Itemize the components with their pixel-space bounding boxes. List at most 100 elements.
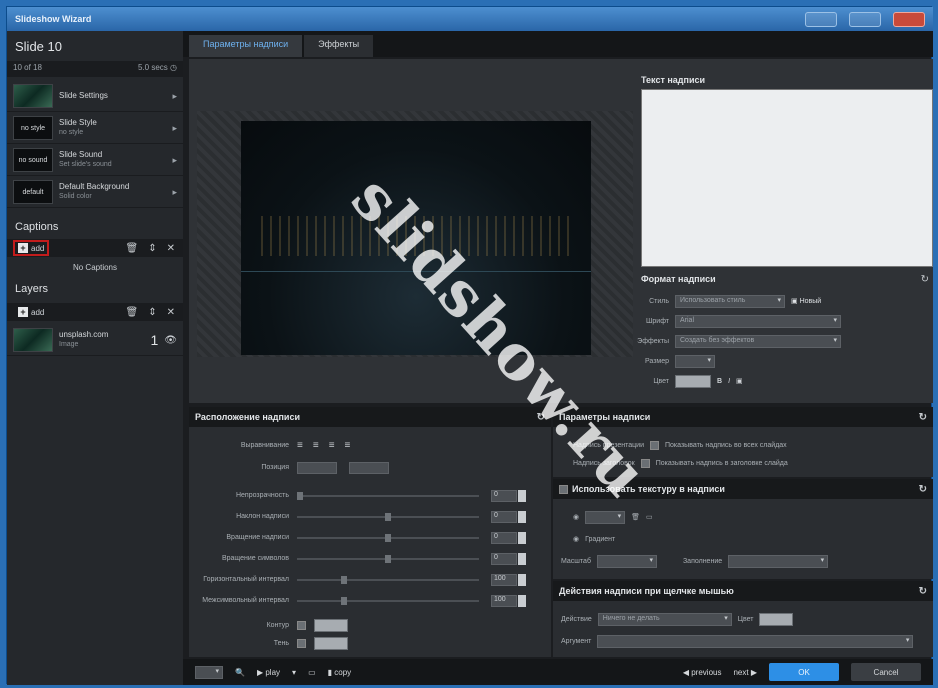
position-x-input[interactable]	[297, 461, 337, 474]
text-color-swatch[interactable]	[675, 374, 711, 388]
align-right-icon[interactable]: ≡	[329, 440, 335, 451]
texture-select[interactable]	[585, 510, 626, 524]
align-left-icon[interactable]: ≡	[297, 440, 303, 451]
reorder-icon[interactable]: ⇕	[148, 243, 156, 254]
reorder-icon[interactable]: ⇕	[148, 307, 156, 318]
shadow-color-swatch[interactable]	[314, 637, 348, 650]
shadow-checkbox[interactable]	[297, 639, 306, 648]
add-layer-button[interactable]: + add	[15, 306, 47, 318]
layer-item[interactable]: unsplash.com Image 1 👁	[7, 325, 183, 356]
spinner[interactable]	[518, 489, 526, 502]
cancel-button[interactable]: Cancel	[851, 663, 921, 681]
slider-row: Горизонтальный интервал 100	[189, 569, 551, 590]
reset-icon[interactable]: ↻	[919, 412, 927, 423]
background-item[interactable]: default Default Background Solid color ▸	[7, 177, 183, 208]
spinner[interactable]	[518, 594, 526, 607]
image-icon[interactable]: ▭	[646, 513, 653, 521]
spinner[interactable]	[518, 531, 526, 544]
reset-icon[interactable]: ↻	[919, 484, 927, 495]
add-caption-button[interactable]: + add	[12, 240, 50, 256]
caption-text-input[interactable]	[641, 89, 933, 267]
slider-label: Непрозрачность	[235, 492, 289, 499]
style-thumbnail: no style	[13, 116, 53, 140]
mouse-header: Действия надписи при щелчке мышью ↻	[553, 581, 933, 601]
spinner[interactable]	[518, 552, 526, 565]
slide-style-item[interactable]: no style Slide Style no style ▸	[7, 113, 183, 144]
radio-icon[interactable]: ◉	[573, 513, 579, 521]
bold-button[interactable]: B	[717, 378, 722, 385]
texture-checkbox[interactable]	[559, 484, 568, 494]
tab-effects[interactable]: Эффекты	[304, 35, 374, 57]
h-spacing-input[interactable]: 100	[491, 573, 517, 586]
frame-icon[interactable]: ▣	[736, 377, 743, 385]
spinner[interactable]	[518, 510, 526, 523]
chat-icon[interactable]: ▾	[292, 668, 296, 677]
opacity-slider[interactable]	[297, 491, 479, 500]
outline-color-swatch[interactable]	[314, 619, 348, 632]
opt1-checkbox[interactable]	[650, 440, 659, 450]
align-center-icon[interactable]: ≡	[313, 440, 319, 451]
font-select[interactable]: Arial	[675, 314, 841, 328]
action-select[interactable]: Ничего не делать	[597, 612, 732, 626]
slider-row: Вращение надписи 0	[189, 527, 551, 548]
tilt-slider[interactable]	[297, 512, 479, 521]
style-select[interactable]: Использовать стиль	[675, 294, 785, 308]
maximize-button[interactable]	[849, 11, 881, 27]
close-button[interactable]	[893, 11, 925, 27]
copy-button[interactable]: ▮ copy	[328, 668, 352, 677]
char-rotation-slider[interactable]	[297, 554, 479, 563]
char-rotation-input[interactable]: 0	[491, 552, 517, 565]
reset-icon[interactable]: ↻	[921, 274, 929, 285]
size-select[interactable]	[675, 354, 715, 368]
outline-checkbox[interactable]	[297, 621, 306, 630]
h-spacing-slider[interactable]	[297, 575, 479, 584]
trash-icon[interactable]: 🗑	[631, 513, 640, 521]
play-button[interactable]: ▶ play	[257, 668, 280, 677]
opt2-checkbox[interactable]	[640, 458, 650, 468]
align-label: Выравнивание	[240, 442, 289, 449]
search-icon[interactable]: 🔍	[235, 668, 245, 677]
previous-button[interactable]: ◀ previous	[683, 668, 722, 677]
slide-sound-item[interactable]: no sound Slide Sound Set slide's sound ▸	[7, 145, 183, 176]
slider-row: Непрозрачность 0	[189, 485, 551, 506]
align-justify-icon[interactable]: ≡	[345, 440, 351, 451]
reset-icon[interactable]: ↻	[537, 412, 545, 423]
fill-label: Заполнение	[682, 557, 723, 565]
eye-icon[interactable]: 👁	[164, 335, 177, 346]
zoom-select[interactable]	[195, 665, 223, 679]
reset-icon[interactable]: ↻	[919, 586, 927, 597]
tools-icon[interactable]: ✕	[167, 307, 175, 318]
trash-icon[interactable]: 🗑	[126, 307, 139, 318]
position-y-input[interactable]	[349, 461, 389, 474]
tools-icon[interactable]: ✕	[167, 243, 175, 254]
minimize-button[interactable]	[805, 11, 837, 27]
tilt-input[interactable]: 0	[491, 510, 517, 523]
argument-input[interactable]	[597, 634, 914, 648]
char-spacing-slider[interactable]	[297, 596, 479, 605]
spinner[interactable]	[518, 573, 526, 586]
slide-index: 10 of 18	[13, 63, 42, 72]
italic-button[interactable]: I	[728, 378, 730, 385]
slide-settings-item[interactable]: Slide Settings ▸	[7, 81, 183, 112]
radio-icon[interactable]: ◉	[573, 535, 579, 543]
ok-button[interactable]: OK	[769, 663, 839, 681]
char-spacing-input[interactable]: 100	[491, 594, 517, 607]
layers-heading: Layers	[15, 283, 49, 295]
effects-select[interactable]: Создать без эффектов	[675, 334, 841, 348]
rotation-input[interactable]: 0	[491, 531, 517, 544]
fill-select[interactable]	[728, 554, 829, 568]
mouse-color-swatch[interactable]	[759, 612, 794, 626]
tab-caption-params[interactable]: Параметры надписи	[189, 35, 303, 57]
format-heading: Формат надписи	[641, 274, 716, 284]
opacity-input[interactable]: 0	[491, 489, 517, 502]
next-button[interactable]: next ▶	[733, 668, 757, 677]
trash-icon[interactable]: 🗑	[126, 243, 139, 254]
scale-select[interactable]	[596, 554, 657, 568]
captions-toolbar: + add 🗑 ⇕ ✕	[7, 239, 183, 257]
slider-row: Межсимвольный интервал 100	[189, 590, 551, 611]
screen-icon[interactable]: ▭	[308, 668, 316, 677]
item-label: Default Background	[59, 182, 130, 191]
slide-duration[interactable]: 5.0 secs ◷	[138, 63, 177, 75]
rotation-slider[interactable]	[297, 533, 479, 542]
new-style-button[interactable]: ▣ Новый	[791, 297, 821, 305]
